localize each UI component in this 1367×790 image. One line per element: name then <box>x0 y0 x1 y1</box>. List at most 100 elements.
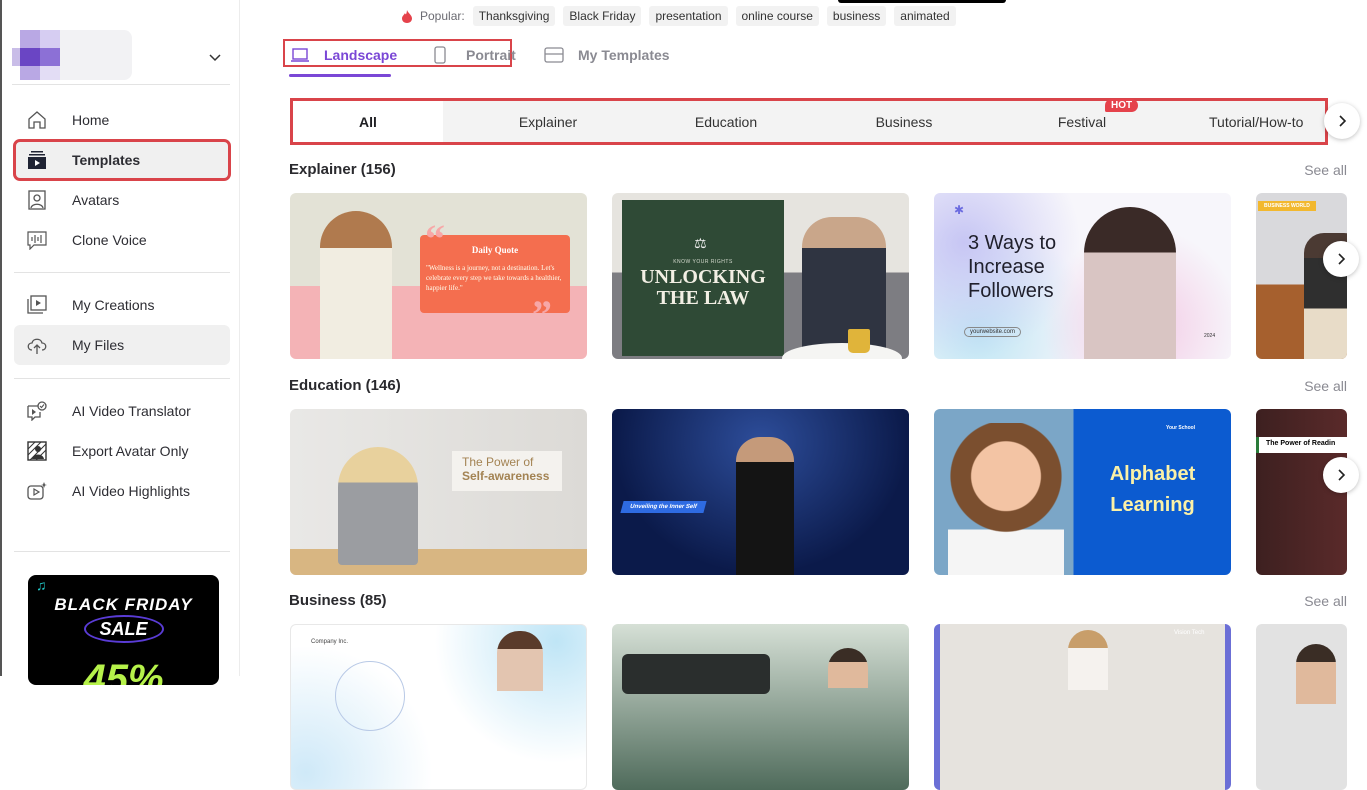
template-thumbnail[interactable] <box>1256 624 1347 790</box>
sidebar-item-label: Home <box>72 112 110 128</box>
desk-shape <box>290 549 587 575</box>
sidebar-item-label: Templates <box>72 152 141 168</box>
template-thumbnail[interactable]: Unveiling the Inner Self <box>612 409 909 575</box>
category-tab-festival[interactable]: Festival HOT <box>993 99 1171 142</box>
popular-tag[interactable]: animated <box>894 6 956 26</box>
template-thumbnail[interactable]: Vision Tech <box>934 624 1231 790</box>
nav-group-main: Home Templates Avatars Clone Voice <box>13 100 231 260</box>
explainer-next-button[interactable] <box>1323 241 1359 277</box>
category-tab-tutorial[interactable]: Tutorial/How-to <box>1171 101 1349 142</box>
tab-label: Education <box>694 113 758 130</box>
sidebar-item-my-files[interactable]: My Files <box>14 325 230 365</box>
thumb-title: Alphabet Learning <box>1109 463 1196 516</box>
thumb-title: Daily Quote <box>471 245 519 255</box>
thumb-badge: BUSINESS WORLD <box>1258 201 1316 211</box>
nav-group-files: My Creations My Files <box>14 285 230 365</box>
sidebar-item-clone-voice[interactable]: Clone Voice <box>14 220 230 260</box>
category-tab-explainer[interactable]: Explainer <box>459 101 637 142</box>
thumb-title-line2: Self-awareness <box>462 469 550 483</box>
tab-label: Tutorial/How-to <box>1209 113 1304 130</box>
black-friday-promo-banner[interactable]: ♫ BLACK FRIDAY SALE 45% <box>28 575 219 685</box>
sidebar-item-label: Export Avatar Only <box>72 443 189 459</box>
chevron-down-icon[interactable] <box>208 50 222 64</box>
presenter-figure <box>828 648 868 688</box>
highlights-icon <box>27 482 47 500</box>
section-title-business: Business (85) <box>289 592 387 609</box>
thumb-title: 3 Ways to Increase Followers <box>968 232 1057 302</box>
tab-label: Explainer <box>518 113 578 130</box>
see-all-business[interactable]: See all <box>1304 593 1347 609</box>
sidebar: Home Templates Avatars Clone Voice My Cr… <box>2 0 240 685</box>
avatar-icon <box>28 190 46 210</box>
presenter-figure <box>338 447 418 565</box>
thumb-banner: Unveiling the Inner Self <box>620 501 707 513</box>
template-thumbnail[interactable]: ✱ 3 Ways to Increase Followers yourwebsi… <box>934 193 1231 359</box>
workspace-avatar-blurred <box>12 20 132 80</box>
template-thumbnail[interactable]: “ Daily Quote "Wellness is a journey, no… <box>290 193 587 359</box>
tab-label: Portrait <box>466 47 516 63</box>
popular-tag[interactable]: Thanksgiving <box>472 6 556 26</box>
mug-shape <box>848 329 870 353</box>
section-title-education: Education (146) <box>289 377 401 394</box>
popular-tag[interactable]: business <box>826 6 887 26</box>
sidebar-item-avatars[interactable]: Avatars <box>14 180 230 220</box>
music-note-icon: ♫ <box>36 577 47 593</box>
thumb-brand: Vision Tech <box>1174 630 1205 636</box>
category-tab-education[interactable]: Education <box>637 101 815 142</box>
promo-title: BLACK FRIDAY <box>54 595 193 614</box>
template-thumbnail[interactable]: The Power of Readin <box>1256 409 1347 575</box>
sidebar-item-home[interactable]: Home <box>14 100 230 140</box>
template-thumbnail[interactable]: Your School Alphabet Learning <box>934 409 1231 575</box>
popular-tags: Popular: Thanksgiving Black Friday prese… <box>402 6 964 26</box>
education-next-button[interactable] <box>1323 457 1359 493</box>
thumb-title-line1: The Power of <box>462 455 534 469</box>
phone-icon <box>434 46 446 64</box>
scales-icon: ⚖ <box>694 235 707 251</box>
popular-tag[interactable]: online course <box>735 6 819 26</box>
category-tab-business[interactable]: Business <box>815 101 993 142</box>
tab-my-templates[interactable]: My Templates <box>544 46 670 64</box>
ring-graphic <box>335 661 405 731</box>
quote-mark: ” <box>532 292 552 337</box>
sidebar-item-label: My Files <box>72 337 125 353</box>
tab-portrait[interactable]: Portrait <box>430 46 516 64</box>
fire-icon <box>402 9 412 23</box>
sidebar-item-templates[interactable]: Templates <box>13 139 231 181</box>
tab-landscape[interactable]: Landscape <box>290 46 397 64</box>
promo-sale: SALE <box>99 619 148 639</box>
divider <box>14 378 230 379</box>
presenter-figure <box>497 631 543 691</box>
thumb-year: 2024 <box>1204 333 1216 339</box>
template-box-icon <box>544 47 564 63</box>
template-thumbnail[interactable]: The Power of Self-awareness <box>290 409 587 575</box>
template-thumbnail[interactable]: ⚖ KNOW YOUR RIGHTS UNLOCKING THE LAW <box>612 193 909 359</box>
template-thumbnail[interactable] <box>612 624 909 790</box>
template-thumbnail[interactable]: Company Inc. <box>290 624 587 790</box>
category-next-button[interactable] <box>1324 103 1360 139</box>
popular-label: Popular: <box>420 9 465 23</box>
sidebar-item-label: AI Video Highlights <box>72 483 191 499</box>
translator-icon <box>27 401 47 421</box>
presenter-figure <box>1296 644 1336 704</box>
laptop-icon <box>291 48 309 62</box>
sidebar-item-ai-video-highlights[interactable]: AI Video Highlights <box>14 471 230 511</box>
workspace-switcher[interactable] <box>12 10 230 85</box>
sidebar-item-label: My Creations <box>72 297 155 313</box>
presenter-figure <box>802 217 886 359</box>
active-tab-indicator <box>289 74 391 77</box>
sidebar-item-ai-video-translator[interactable]: AI Video Translator <box>14 391 230 431</box>
presenter-figure <box>1084 207 1176 359</box>
template-thumbnail[interactable]: BUSINESS WORLD <box>1256 193 1347 359</box>
tab-label: Business <box>875 113 933 130</box>
popular-tag[interactable]: Black Friday <box>563 6 642 26</box>
sidebar-item-export-avatar-only[interactable]: Export Avatar Only <box>14 431 230 471</box>
see-all-explainer[interactable]: See all <box>1304 162 1347 178</box>
sidebar-item-my-creations[interactable]: My Creations <box>14 285 230 325</box>
creations-icon <box>27 295 47 314</box>
category-tab-all[interactable]: All <box>293 101 443 142</box>
thumb-logo: Company Inc. <box>311 639 349 645</box>
popular-tag[interactable]: presentation <box>649 6 728 26</box>
presenter-figure <box>736 437 794 575</box>
asterisk-icon: ✱ <box>954 203 965 217</box>
see-all-education[interactable]: See all <box>1304 378 1347 394</box>
